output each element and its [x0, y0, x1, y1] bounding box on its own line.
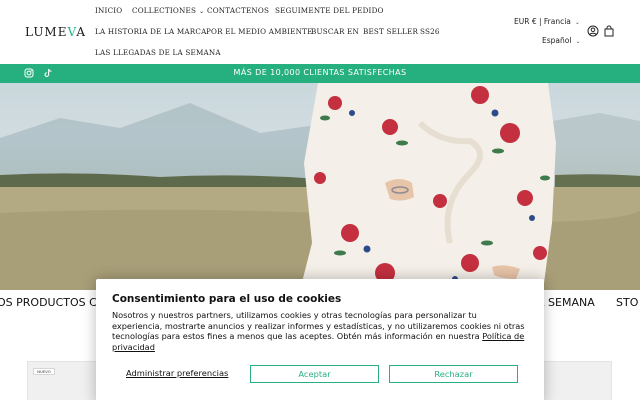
nav-label: SS26 [420, 27, 440, 36]
nav-item-contactenos[interactable]: CONTACTENOS [207, 6, 269, 15]
cookie-body: Nosotros y nuestros partners, utilizamos… [112, 310, 528, 352]
language-selector[interactable]: Español ⌄ [542, 36, 580, 45]
nav-label: BUSCAR EN [311, 27, 359, 36]
nav-label: INICIO [95, 6, 123, 15]
chevron-down-icon: ⌄ [199, 8, 205, 15]
nav-item-inicio[interactable]: INICIO [95, 6, 122, 15]
nav-label: POR EL MEDIO AMBIENTE [206, 27, 313, 36]
nav-item-llegadas-semana[interactable]: LAS LLEGADAS DE LA SEMANA [95, 48, 221, 57]
accept-button[interactable]: Aceptar [250, 365, 379, 383]
brand-logo[interactable]: LUMEVA [25, 25, 86, 39]
account-icon[interactable] [587, 25, 599, 37]
hero-banner[interactable] [0, 83, 640, 290]
logo-accent-letter: V [67, 25, 77, 39]
nav-item-buscar[interactable]: BUSCAR EN [311, 27, 359, 36]
nav-label: LAS LLEGADAS DE LA SEMANA [95, 48, 221, 57]
nav-label: COLLECTIONES [132, 6, 197, 15]
new-badge: NUEVO [33, 368, 55, 375]
marquee-text-right: A SEMANA [537, 296, 595, 309]
nav-label: BEST SELLER [363, 27, 419, 36]
language-label: Español [542, 36, 572, 45]
reject-button[interactable]: Rechazar [389, 365, 518, 383]
manage-preferences-button[interactable]: Administrar preferencias [126, 365, 228, 383]
currency-selector[interactable]: EUR € | Francia ⌄ [514, 17, 580, 26]
cart-icon[interactable] [603, 25, 615, 37]
nav-item-seguimiento-pedido[interactable]: SEGUIMENTE DEL PEDIDO [275, 6, 384, 15]
nav-item-historia-marca[interactable]: LA HISTORIA DE LA MARCA [95, 27, 207, 36]
currency-label: EUR € | Francia [514, 17, 571, 26]
nav-label: LA HISTORIA DE LA MARCA [95, 27, 207, 36]
product-card[interactable] [540, 361, 612, 400]
cookie-body-text: Nosotros y nuestros partners, utilizamos… [112, 310, 525, 341]
announcement-bar: MÁS DE 10,000 CLIENTAS SATISFECHAS [0, 64, 640, 83]
cookie-consent-banner: Consentimiento para el uso de cookies No… [96, 279, 544, 400]
hero-image [0, 83, 640, 290]
site-header: LUMEVA INICIO COLLECTIONES ⌄ CONTACTENOS … [0, 0, 640, 64]
nav-label: CONTACTENOS [207, 6, 270, 15]
announcement-text: MÁS DE 10,000 CLIENTAS SATISFECHAS [233, 68, 407, 77]
nav-item-collectiones[interactable]: COLLECTIONES ⌄ [132, 6, 204, 15]
nav-item-best-seller[interactable]: BEST SELLER [363, 27, 418, 36]
chevron-down-icon: ⌄ [574, 19, 580, 26]
marquee-text-left: OS PRODUCTOS CA [0, 296, 105, 309]
logo-text-end: A [76, 25, 87, 39]
logo-text: LUME [25, 25, 68, 39]
chevron-down-icon: ⌄ [575, 38, 581, 45]
nav-item-ss26[interactable]: SS26 [420, 27, 440, 36]
nav-label: SEGUIMENTE DEL PEDIDO [275, 6, 384, 15]
marquee-text-far-right: STO [616, 296, 639, 309]
cookie-title: Consentimiento para el uso de cookies [112, 293, 342, 305]
nav-item-medio-ambiente[interactable]: POR EL MEDIO AMBIENTE [206, 27, 313, 36]
